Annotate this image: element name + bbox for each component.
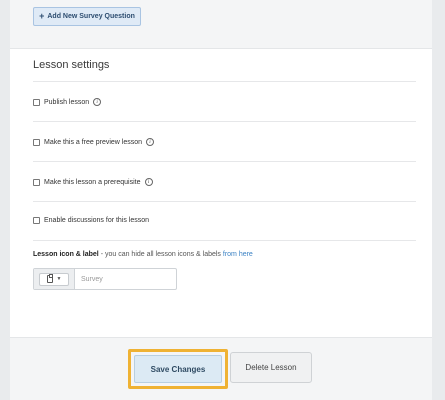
add-survey-question-button[interactable]: + Add New Survey Question — [33, 7, 141, 26]
page-gutter-left — [0, 0, 10, 400]
divider — [33, 121, 416, 122]
discussions-checkbox[interactable] — [33, 217, 40, 224]
add-survey-question-label: Add New Survey Question — [47, 13, 135, 20]
caret-down-icon: ▼ — [56, 276, 62, 282]
save-changes-highlight: Save Changes — [128, 349, 228, 389]
prerequisite-label: Make this lesson a prerequisite — [44, 178, 141, 186]
publish-lesson-checkbox[interactable] — [33, 98, 40, 106]
lesson-label-input[interactable] — [75, 269, 176, 289]
lesson-editor-card: + Add New Survey Question Lesson setting… — [10, 0, 432, 400]
page-gutter-right — [432, 0, 445, 400]
option-prerequisite: Make this lesson a prerequisite i — [33, 178, 153, 186]
divider — [33, 240, 416, 241]
plus-icon: + — [39, 11, 45, 21]
delete-lesson-button[interactable]: Delete Lesson — [230, 352, 312, 383]
clipboard-icon — [46, 274, 53, 283]
free-preview-label: Make this a free preview lesson — [44, 138, 143, 146]
lesson-icon-label-note: - you can hide all lesson icons & labels — [98, 251, 223, 258]
option-discussions: Enable discussions for this lesson — [33, 217, 149, 224]
divider — [33, 201, 416, 202]
lesson-icon-label-heading: Lesson icon & label - you can hide all l… — [33, 251, 253, 258]
info-icon[interactable]: i — [93, 98, 102, 106]
hide-icons-link[interactable]: from here — [223, 251, 253, 258]
divider — [33, 81, 416, 82]
divider — [33, 161, 416, 162]
info-icon[interactable]: i — [146, 138, 155, 146]
option-publish-lesson: Publish lesson i — [33, 98, 102, 106]
publish-lesson-label: Publish lesson — [44, 98, 90, 106]
form-actions-bar: Save Changes Delete Lesson — [10, 337, 432, 400]
discussions-label: Enable discussions for this lesson — [44, 217, 150, 224]
save-changes-button[interactable]: Save Changes — [134, 355, 222, 383]
lesson-icon-dropdown[interactable]: ▼ — [34, 269, 75, 289]
lesson-icon-label-title: Lesson icon & label — [33, 251, 99, 258]
prerequisite-checkbox[interactable] — [33, 178, 40, 186]
survey-questions-section: + Add New Survey Question — [10, 0, 432, 49]
info-icon[interactable]: i — [144, 178, 153, 186]
option-free-preview: Make this a free preview lesson i — [33, 138, 155, 146]
lesson-icon-label-control: ▼ — [33, 268, 177, 290]
lesson-icon-dropdown-inner: ▼ — [39, 272, 69, 286]
free-preview-checkbox[interactable] — [33, 138, 40, 146]
lesson-settings-title: Lesson settings — [33, 59, 110, 71]
